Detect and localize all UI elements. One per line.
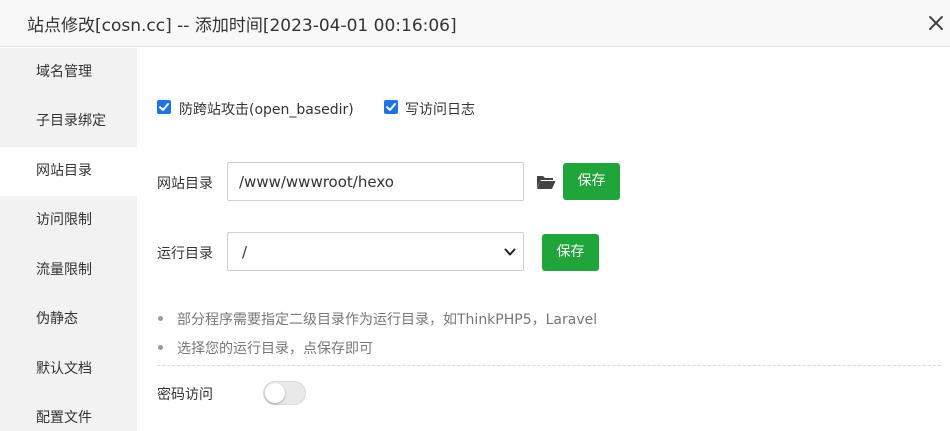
sidebar-item-rewrite[interactable]: 伪静态 <box>0 295 137 344</box>
run-dir-label: 运行目录 <box>157 246 213 262</box>
sidebar-item-access-restriction[interactable]: 访问限制 <box>0 196 137 245</box>
dialog-header: 站点修改[cosn.cc] -- 添加时间[2023-04-01 00:16:0… <box>0 0 950 47</box>
folder-open-icon[interactable] <box>536 174 556 190</box>
site-dir-input[interactable] <box>227 162 524 201</box>
tip-text: 部分程序需要指定二级目录作为运行目录，如ThinkPHP5，Laravel <box>177 312 598 328</box>
sidebar-item-default-document[interactable]: 默认文档 <box>0 345 137 394</box>
sidebar-item-site-directory[interactable]: 网站目录 <box>0 147 137 196</box>
site-dir-save-button[interactable]: 保存 <box>563 163 620 200</box>
access-log-checkbox[interactable] <box>384 100 398 114</box>
toggle-knob <box>265 383 285 403</box>
tip-text: 选择您的运行目录，点保存即可 <box>177 341 373 357</box>
anti-xss-label: 防跨站攻击(open_basedir) <box>179 102 354 118</box>
dialog-title: 站点修改[cosn.cc] -- 添加时间[2023-04-01 00:16:0… <box>27 16 457 36</box>
password-access-label: 密码访问 <box>157 387 213 403</box>
sidebar-item-subdirectory-binding[interactable]: 子目录绑定 <box>0 97 137 146</box>
sidebar-item-domain-management[interactable]: 域名管理 <box>0 48 137 97</box>
run-dir-save-button[interactable]: 保存 <box>542 234 599 271</box>
sidebar-item-traffic-limit[interactable]: 流量限制 <box>0 246 137 295</box>
tip-bullet <box>158 316 163 321</box>
chevron-down-icon <box>504 247 516 257</box>
site-dir-label: 网站目录 <box>157 176 213 192</box>
close-icon[interactable] <box>925 12 947 34</box>
anti-xss-checkbox[interactable] <box>157 100 171 114</box>
sidebar: 域名管理 子目录绑定 网站目录 访问限制 流量限制 伪静态 默认文档 配置文件 <box>0 48 137 431</box>
password-access-toggle[interactable] <box>263 381 306 405</box>
divider <box>157 365 941 366</box>
run-dir-select[interactable]: / <box>227 232 524 271</box>
sidebar-item-config-file[interactable]: 配置文件 <box>0 394 137 431</box>
access-log-label: 写访问日志 <box>405 102 475 118</box>
run-dir-select-value: / <box>242 243 248 261</box>
tip-bullet <box>158 345 163 350</box>
